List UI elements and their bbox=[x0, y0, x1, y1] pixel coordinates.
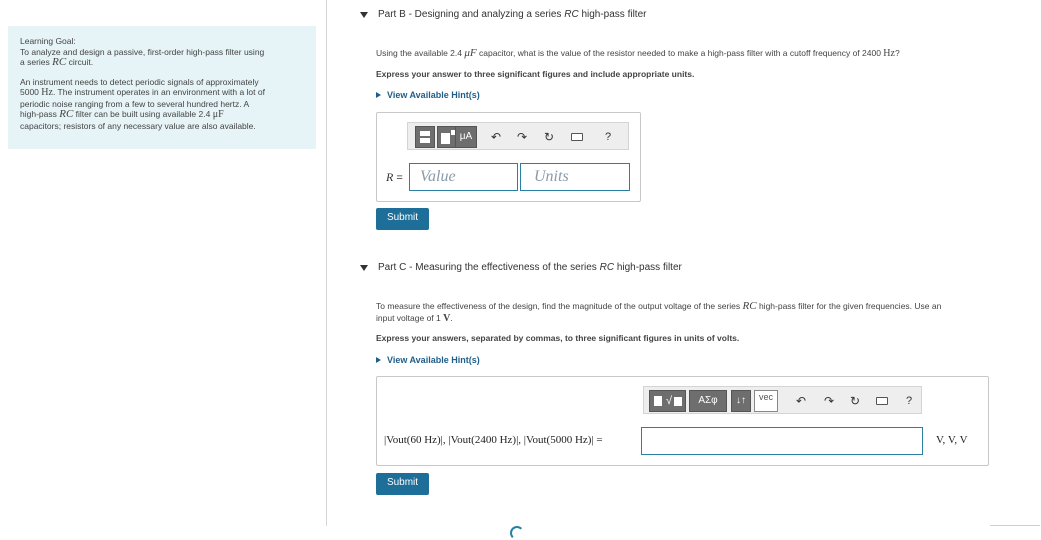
fraction-template-button[interactable] bbox=[415, 126, 435, 148]
part-c-submit-button[interactable]: Submit bbox=[376, 473, 429, 495]
units-button[interactable]: μA bbox=[455, 126, 477, 148]
column-divider bbox=[326, 0, 327, 526]
templates-group bbox=[415, 126, 459, 148]
collapse-part-b-icon[interactable] bbox=[360, 12, 368, 18]
footer-divider bbox=[990, 525, 1040, 526]
goal-text: To analyze and design a passive, first-o… bbox=[20, 46, 265, 57]
arrows-button[interactable]: ↓↑ bbox=[731, 390, 751, 412]
part-b-toolbar: μA ↶ ↷ ↻ ? bbox=[407, 122, 629, 150]
reset-icon[interactable]: ↻ bbox=[850, 394, 860, 408]
help-button[interactable]: ? bbox=[906, 394, 912, 408]
symbols-button[interactable]: ΑΣφ bbox=[689, 390, 727, 412]
expand-hint-icon bbox=[376, 92, 381, 98]
vout-answer-input[interactable] bbox=[641, 427, 923, 455]
value-input[interactable]: Value bbox=[409, 163, 518, 191]
templates-button[interactable]: √ bbox=[649, 390, 686, 412]
part-c-hint-link[interactable]: View Available Hint(s) bbox=[376, 355, 480, 365]
units-suffix: V, V, V bbox=[936, 434, 968, 446]
reset-icon[interactable]: ↻ bbox=[544, 130, 554, 144]
part-c-instruction: Express your answers, separated by comma… bbox=[376, 333, 740, 343]
part-b-question: Using the available 2.4 μF capacitor, wh… bbox=[376, 47, 900, 59]
resistor-label: R = bbox=[386, 170, 403, 184]
undo-icon[interactable]: ↶ bbox=[491, 130, 501, 144]
keyboard-icon[interactable] bbox=[571, 133, 583, 141]
part-b-instruction: Express your answer to three significant… bbox=[376, 69, 695, 79]
learning-goal-panel: Learning Goal: To analyze and design a p… bbox=[8, 26, 316, 149]
vector-button[interactable]: vec bbox=[754, 390, 778, 412]
part-b-hint-link[interactable]: View Available Hint(s) bbox=[376, 90, 480, 100]
units-input[interactable]: Units bbox=[520, 163, 630, 191]
expand-hint-icon bbox=[376, 357, 381, 363]
part-b-submit-button[interactable]: Submit bbox=[376, 208, 429, 230]
redo-icon[interactable]: ↷ bbox=[824, 394, 834, 408]
collapse-part-c-icon[interactable] bbox=[360, 265, 368, 271]
help-button[interactable]: ? bbox=[605, 130, 611, 144]
part-b-title[interactable]: Part B - Designing and analyzing a serie… bbox=[378, 9, 646, 20]
redo-icon[interactable]: ↷ bbox=[517, 130, 527, 144]
problem-text: An instrument needs to detect periodic s… bbox=[20, 76, 259, 87]
keyboard-icon[interactable] bbox=[876, 397, 888, 405]
part-c-toolbar: √ ΑΣφ ↓↑ vec ↶ ↷ ↻ ? bbox=[643, 386, 922, 414]
goal-title: Learning Goal: bbox=[20, 36, 76, 46]
loading-spinner-icon bbox=[510, 526, 524, 540]
vout-expression-label: |Vout(60 Hz)|, |Vout(2400 Hz)|, |Vout(50… bbox=[384, 434, 603, 446]
undo-icon[interactable]: ↶ bbox=[796, 394, 806, 408]
part-c-title[interactable]: Part C - Measuring the effectiveness of … bbox=[378, 262, 682, 273]
part-c-question: To measure the effectiveness of the desi… bbox=[376, 300, 942, 324]
